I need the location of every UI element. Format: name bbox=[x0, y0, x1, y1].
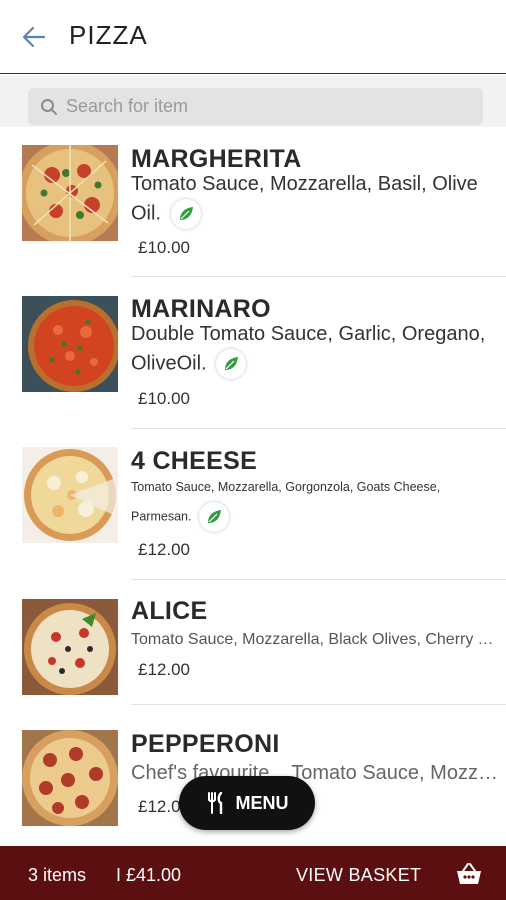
item-price: £10.00 bbox=[138, 389, 190, 408]
app-header: PIZZA bbox=[0, 0, 506, 74]
item-description: Tomato Sauce, Mozzarella, Basil, Olive O… bbox=[131, 170, 501, 229]
item-description: Tomato Sauce, Mozzarella, Black Olives, … bbox=[131, 631, 501, 648]
basket-footer-bar[interactable]: 3 items I £41.00 VIEW BASKET bbox=[0, 846, 506, 900]
item-description: Tomato Sauce, Mozzarella, Gorgonzola, Go… bbox=[131, 473, 501, 532]
vegetarian-leaf-icon bbox=[216, 349, 247, 379]
search-placeholder: Search for item bbox=[66, 96, 189, 116]
item-price: £12.00 bbox=[138, 540, 190, 559]
item-divider bbox=[131, 428, 506, 429]
search-icon bbox=[41, 98, 57, 115]
item-divider bbox=[131, 704, 506, 705]
item-price: £12.00 bbox=[138, 660, 190, 679]
item-description-text: Double Tomato Sauce, Garlic, Oregano, Ol… bbox=[131, 323, 486, 375]
search-input[interactable]: Search for item bbox=[28, 88, 483, 125]
arrow-left-icon bbox=[22, 26, 46, 48]
item-divider bbox=[131, 579, 506, 580]
view-basket-button[interactable]: VIEW BASKET bbox=[296, 865, 421, 886]
item-name: PEPPERONI bbox=[131, 730, 280, 758]
item-image-pepperoni bbox=[22, 730, 118, 826]
item-description: Double Tomato Sauce, Garlic, Oregano, Ol… bbox=[131, 320, 501, 379]
cutlery-icon bbox=[207, 792, 222, 814]
item-name: ALICE bbox=[131, 597, 208, 625]
vegetarian-leaf-icon bbox=[170, 199, 201, 229]
item-description-text: Tomato Sauce, Mozzarella, Gorgonzola, Go… bbox=[131, 480, 441, 524]
item-image-margherita bbox=[22, 145, 118, 241]
item-name: 4 CHEESE bbox=[131, 447, 258, 475]
item-image-4-cheese bbox=[22, 447, 118, 543]
menu-button[interactable]: MENU bbox=[179, 776, 315, 830]
item-image-marinaro bbox=[22, 296, 118, 392]
item-image-alice bbox=[22, 599, 118, 695]
vegetarian-leaf-icon bbox=[198, 502, 229, 532]
basket-item-count: 3 items bbox=[28, 865, 87, 885]
menu-button-label: MENU bbox=[235, 792, 289, 813]
basket-total: I £41.00 bbox=[116, 865, 182, 885]
page-title: PIZZA bbox=[69, 20, 148, 50]
basket-icon[interactable] bbox=[455, 862, 483, 886]
back-button[interactable] bbox=[20, 24, 48, 50]
item-price: £10.00 bbox=[138, 238, 190, 257]
item-divider bbox=[131, 276, 506, 277]
search-bar-container: Search for item bbox=[0, 75, 506, 127]
